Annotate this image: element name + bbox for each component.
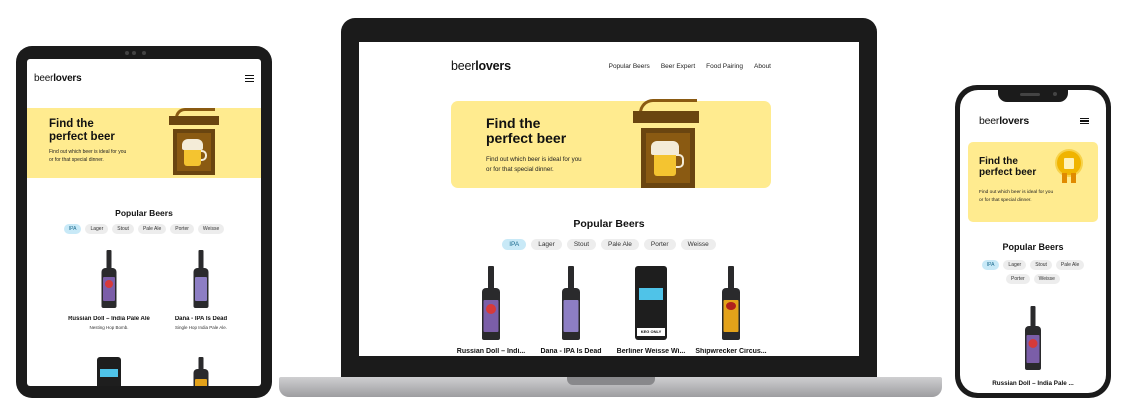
hamburger-menu-icon[interactable] (245, 75, 254, 82)
beer-keg-image: KEG ONLY (635, 266, 667, 340)
tag-porter[interactable]: Porter (170, 224, 194, 234)
phone-navbar: beerlovers (979, 115, 1089, 127)
laptop-screen: beerlovers Popular Beers Beer Expert Foo… (359, 42, 859, 356)
phone-speaker (1020, 93, 1040, 96)
tag-pale-ale[interactable]: Pale Ale (601, 239, 639, 250)
beer-card[interactable]: Russian Doll – India Pale Ale Nesting Ho… (67, 250, 151, 330)
tavern-sign-icon (629, 93, 721, 197)
tag-porter[interactable]: Porter (643, 239, 676, 250)
hero-title: Find the perfect beer (979, 156, 1037, 178)
nav-food-pairing[interactable]: Food Pairing (706, 63, 743, 70)
hero-text: Find out which beer is ideal for you or f… (979, 190, 1054, 203)
tablet-device-frame: beerlovers Find the perfect beer Find out… (16, 46, 272, 398)
hero-title: Find the perfect beer (486, 115, 567, 147)
beer-bottle-image (191, 357, 211, 386)
beer-name[interactable]: Berliner Weisse Wi... (613, 348, 689, 355)
phone-device-frame: beerlovers Find the perfect beer Find out… (955, 85, 1111, 398)
tablet-camera (132, 51, 136, 55)
phone-screen: beerlovers Find the perfect beer Find out… (960, 90, 1106, 393)
tag-lager[interactable]: Lager (1003, 260, 1027, 270)
tag-porter[interactable]: Porter (1006, 274, 1030, 284)
beer-description: Nesting Hop Bomb. (89, 325, 129, 330)
tavern-sign-icon (167, 102, 237, 182)
tag-weisse[interactable]: Weisse (1033, 274, 1060, 284)
phone-notch (998, 89, 1068, 102)
phone-hero-banner: Find the perfect beer Find out which beer… (968, 142, 1098, 222)
beer-card[interactable]: Shipwrecker Circus... (693, 266, 769, 355)
popular-beers-title: Popular Beers (573, 218, 645, 230)
tablet-sensor (142, 51, 146, 55)
laptop-tag-filter: IPA Lager Stout Pale Ale Porter Weisse (359, 239, 859, 250)
phone-logo[interactable]: beerlovers (979, 115, 1029, 127)
beer-bottle-image (560, 266, 582, 340)
beer-badge-icon (1057, 151, 1081, 183)
tag-weisse[interactable]: Weisse (680, 239, 716, 250)
tag-stout[interactable]: Stout (566, 239, 597, 250)
beer-card[interactable]: Dana - IPA Is Dead (533, 266, 609, 355)
hero-text: Find out which beer is ideal for you or f… (49, 149, 127, 163)
phone-camera (1053, 92, 1057, 96)
beer-card[interactable]: Dana - IPA Is Dead Single Hop India Pale… (159, 250, 243, 330)
tag-lager[interactable]: Lager (85, 224, 109, 234)
beer-bottle-image (99, 250, 119, 308)
beer-name[interactable]: Russian Doll – India Pale ... (968, 380, 1098, 387)
hero-text: Find out which beer is ideal for you or f… (486, 156, 582, 173)
tag-ipa[interactable]: IPA (502, 239, 527, 250)
beer-keg-image (97, 357, 121, 386)
tablet-logo[interactable]: beerlovers (34, 73, 82, 84)
beer-bottle-image (720, 266, 742, 340)
tag-lager[interactable]: Lager (531, 239, 562, 250)
beer-card[interactable]: Russian Doll – Indi... (453, 266, 529, 355)
tag-pale-ale[interactable]: Pale Ale (1055, 260, 1085, 270)
nav-popular-beers[interactable]: Popular Beers (609, 63, 650, 70)
beer-card[interactable]: Russian Doll – India Pale ... (968, 306, 1098, 387)
laptop-navbar: beerlovers Popular Beers Beer Expert Foo… (451, 59, 771, 73)
tablet-sensor (125, 51, 129, 55)
beer-bottle-image (191, 250, 211, 308)
tag-stout[interactable]: Stout (112, 224, 134, 234)
hamburger-menu-icon[interactable] (1080, 117, 1089, 125)
tablet-navbar: beerlovers (27, 59, 261, 84)
beer-description: Single Hop India Pale Ale. (174, 325, 228, 330)
laptop-device-frame: beerlovers Popular Beers Beer Expert Foo… (341, 18, 877, 380)
tablet-tag-filter: IPA Lager Stout Pale Ale Porter Weisse (27, 224, 261, 234)
hero-title: Find the perfect beer (49, 118, 115, 143)
tag-ipa[interactable]: IPA (63, 224, 82, 234)
beer-bottle-image (480, 266, 502, 340)
beer-name[interactable]: Russian Doll – India Pale Ale (67, 316, 151, 322)
beer-card[interactable]: KEG ONLY Berliner Weisse Wi... (613, 266, 689, 355)
keg-only-label: KEG ONLY (637, 328, 665, 336)
beer-card[interactable] (67, 357, 151, 386)
tag-ipa[interactable]: IPA (981, 260, 1000, 270)
tag-stout[interactable]: Stout (1030, 260, 1052, 270)
nav-about[interactable]: About (754, 63, 771, 70)
beer-card[interactable] (159, 357, 243, 386)
device-mockup-stage: beerlovers Find the perfect beer Find out… (0, 0, 1128, 412)
popular-beers-title: Popular Beers (115, 208, 173, 218)
beer-bottle-image (1023, 306, 1043, 370)
beer-name[interactable]: Dana - IPA Is Dead (533, 348, 609, 355)
laptop-nav-links: Popular Beers Beer Expert Food Pairing A… (609, 63, 771, 70)
beer-name[interactable]: Dana - IPA Is Dead (159, 316, 243, 322)
laptop-trackpad-notch (567, 377, 655, 385)
beer-name[interactable]: Shipwrecker Circus... (693, 348, 769, 355)
laptop-hero-banner: Find the perfect beer Find out which beer… (451, 99, 771, 188)
laptop-logo[interactable]: beerlovers (451, 59, 511, 73)
popular-beers-title: Popular Beers (1002, 242, 1064, 252)
tag-pale-ale[interactable]: Pale Ale (137, 224, 167, 234)
tablet-screen: beerlovers Find the perfect beer Find out… (27, 59, 261, 386)
tablet-hero-banner: Find the perfect beer Find out which beer… (27, 108, 261, 178)
tag-weisse[interactable]: Weisse (197, 224, 225, 234)
phone-tag-filter: IPA Lager Stout Pale Ale Porter Weisse (974, 260, 1092, 284)
beer-name[interactable]: Russian Doll – Indi... (453, 348, 529, 355)
nav-beer-expert[interactable]: Beer Expert (661, 63, 695, 70)
